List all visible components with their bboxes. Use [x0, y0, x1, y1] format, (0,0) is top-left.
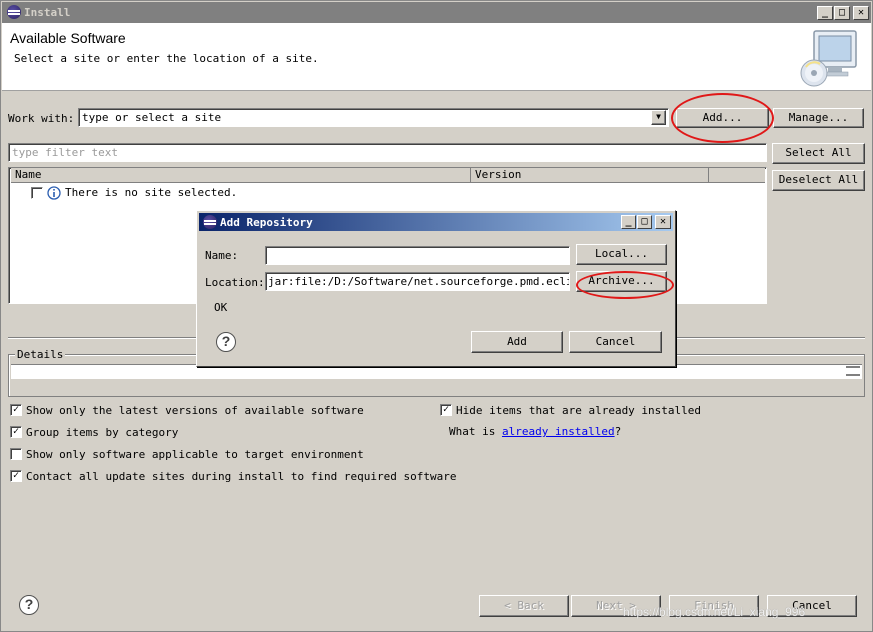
latest-versions-checkbox[interactable]: ✓ — [10, 404, 22, 416]
repo-name-label: Name: — [205, 249, 239, 262]
table-row-checkbox[interactable] — [31, 187, 43, 199]
dialog-cancel-button[interactable]: Cancel — [569, 331, 662, 353]
combo-dropdown-button[interactable]: ▼ — [651, 110, 666, 125]
group-by-category-label: Group items by category — [26, 426, 179, 439]
filter-placeholder: type filter text — [12, 146, 118, 159]
column-header-name[interactable]: Name — [11, 168, 471, 183]
column-header-version[interactable]: Version — [471, 168, 709, 183]
window-title: Install — [24, 6, 71, 19]
contact-all-checkbox[interactable]: ✓ — [10, 470, 22, 482]
annotation-circle-add — [671, 93, 774, 143]
minimize-button[interactable]: _ — [817, 6, 833, 20]
hide-installed-label: Hide items that are already installed — [456, 404, 702, 417]
info-icon — [47, 186, 61, 200]
back-button[interactable]: < Back — [479, 595, 569, 617]
table-empty-message: There is no site selected. — [65, 186, 238, 199]
dialog-minimize-button[interactable]: _ — [621, 215, 636, 229]
help-icon[interactable]: ? — [19, 595, 39, 615]
repo-location-value: jar:file:/D:/Software/net.sourceforge.pm… — [268, 275, 570, 288]
dialog-close-button[interactable]: ✕ — [655, 215, 671, 229]
what-is-prefix: What is — [449, 425, 502, 438]
dialog-title: Add Repository — [220, 216, 313, 229]
work-with-value[interactable]: type or select a site — [82, 111, 221, 124]
local-button[interactable]: Local... — [576, 244, 667, 265]
repo-location-input[interactable]: jar:file:/D:/Software/net.sourceforge.pm… — [265, 272, 570, 291]
repo-location-label: Location: — [205, 276, 265, 289]
dialog-title-bar[interactable]: Add Repository _ □ ✕ — [199, 213, 673, 231]
dialog-maximize-button[interactable]: □ — [637, 215, 652, 229]
work-with-combo[interactable]: type or select a site ▼ — [78, 108, 669, 127]
target-env-label: Show only software applicable to target … — [26, 448, 364, 461]
already-installed-link[interactable]: already installed — [502, 425, 615, 438]
chevron-down-icon: ▼ — [656, 112, 661, 121]
add-repository-dialog: Add Repository _ □ ✕ Name: Local... Loca… — [196, 210, 676, 367]
column-header-extra — [709, 168, 765, 183]
page-title: Available Software — [10, 30, 126, 46]
wizard-header: Available Software Select a site or ente… — [2, 23, 871, 91]
annotation-circle-archive — [576, 271, 674, 299]
title-bar[interactable]: Install _ □ ✕ — [2, 2, 871, 23]
hide-installed-checkbox[interactable]: ✓ — [440, 404, 452, 416]
latest-versions-label: Show only the latest versions of availab… — [26, 404, 364, 417]
dialog-eclipse-icon — [203, 215, 217, 229]
page-subtitle: Select a site or enter the location of a… — [14, 52, 319, 65]
select-all-button[interactable]: Select All — [772, 143, 865, 164]
deselect-all-button[interactable]: Deselect All — [772, 170, 865, 191]
close-button[interactable]: ✕ — [853, 6, 869, 20]
target-env-checkbox[interactable] — [10, 448, 22, 460]
manage-sites-button[interactable]: Manage... — [773, 108, 864, 128]
repo-name-input[interactable] — [265, 246, 570, 265]
dialog-help-icon[interactable]: ? — [216, 332, 236, 352]
eclipse-icon — [7, 5, 21, 19]
group-by-category-checkbox[interactable]: ✓ — [10, 426, 22, 438]
watermark-text: https://blog.csdn.net/Li_xiang_996 — [623, 605, 806, 619]
work-with-label: Work with: — [8, 112, 75, 125]
contact-all-label: Contact all update sites during install … — [26, 470, 457, 483]
details-label: Details — [15, 348, 66, 361]
dialog-status: OK — [214, 301, 228, 314]
what-is-text: What is already installed? — [449, 425, 621, 438]
filter-input[interactable]: type filter text — [8, 143, 767, 162]
dialog-add-button[interactable]: Add — [471, 331, 563, 353]
maximize-button[interactable]: □ — [834, 6, 850, 20]
install-monitor-icon — [800, 30, 857, 87]
what-is-suffix: ? — [614, 425, 622, 438]
sash-handle-icon[interactable] — [846, 366, 860, 376]
